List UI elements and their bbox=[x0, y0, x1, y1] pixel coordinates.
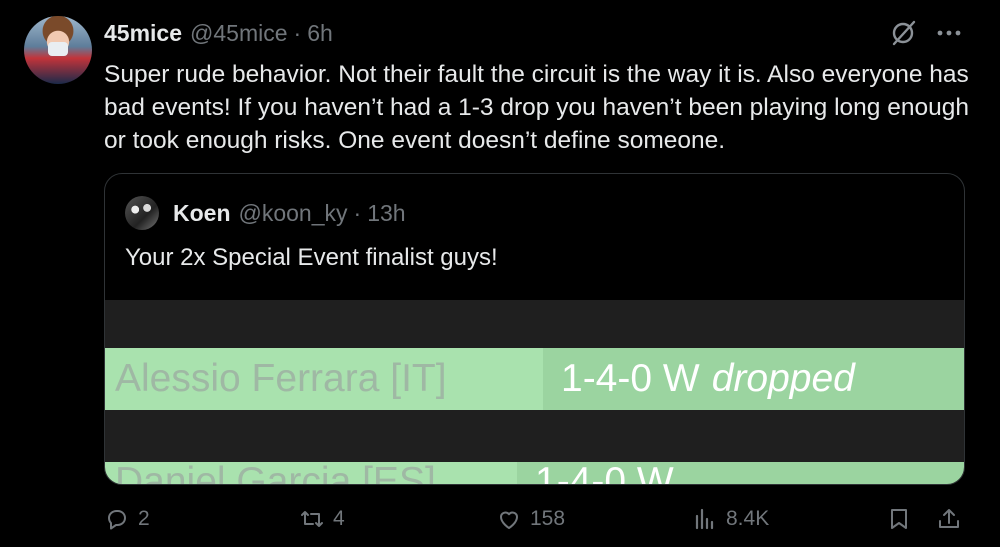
views-count: 8.4K bbox=[726, 507, 770, 530]
more-icon[interactable] bbox=[934, 20, 964, 46]
grok-icon[interactable] bbox=[888, 18, 918, 48]
player-record: 1-4-0 W bbox=[535, 462, 674, 485]
quoted-tweet[interactable]: Koen @koon_ky · 13h Your 2x Special Even… bbox=[104, 173, 965, 485]
quoted-handle: @koon_ky bbox=[238, 200, 348, 226]
repost-count: 4 bbox=[333, 507, 345, 530]
heart-icon bbox=[500, 511, 518, 529]
separator-dot: · bbox=[293, 19, 302, 46]
quoted-display-name: Koen bbox=[173, 200, 231, 226]
tweet-text: Super rude behavior. Not their fault the… bbox=[104, 61, 969, 154]
bookmark-button[interactable] bbox=[886, 506, 912, 532]
views-icon bbox=[695, 508, 714, 530]
repost-icon bbox=[301, 511, 323, 527]
tweet-header: 45mice @45mice · 6h bbox=[104, 18, 333, 48]
player-status: dropped bbox=[711, 357, 855, 400]
quoted-media-image[interactable]: Alessio Ferrara [IT] 1-4-0 W dropped Dan… bbox=[105, 300, 964, 485]
player-record: 1-4-0 W bbox=[561, 357, 700, 400]
share-icon bbox=[939, 509, 959, 528]
quoted-timestamp: 13h bbox=[367, 200, 406, 226]
reply-count: 2 bbox=[138, 507, 150, 530]
timestamp[interactable]: 6h bbox=[307, 20, 333, 47]
quoted-header: Koen @koon_ky · 13h bbox=[173, 200, 406, 227]
bookmark-icon bbox=[891, 509, 907, 529]
repost-button[interactable]: 4 bbox=[299, 506, 345, 532]
views-button[interactable]: 8.4K bbox=[692, 506, 769, 532]
reply-button[interactable]: 2 bbox=[104, 506, 150, 532]
player-result: 1-4-0 W dropped bbox=[543, 348, 964, 410]
quoted-text: Your 2x Special Event finalist guys! bbox=[125, 244, 498, 271]
like-button[interactable]: 158 bbox=[496, 506, 565, 532]
separator-dot: · bbox=[353, 200, 362, 226]
media-row: Alessio Ferrara [IT] 1-4-0 W dropped bbox=[105, 348, 964, 410]
display-name[interactable]: 45mice bbox=[104, 20, 182, 47]
like-count: 158 bbox=[530, 507, 566, 530]
media-row: Daniel Garcia [ES] 1-4-0 W bbox=[105, 462, 964, 485]
player-result: 1-4-0 W bbox=[517, 462, 964, 485]
user-handle[interactable]: @45mice bbox=[190, 20, 288, 47]
quoted-avatar[interactable] bbox=[125, 196, 159, 230]
avatar[interactable] bbox=[24, 16, 92, 84]
action-bar: 2 4 158 8.4K bbox=[104, 506, 974, 540]
reply-icon bbox=[108, 510, 126, 530]
share-button[interactable] bbox=[936, 506, 962, 532]
player-name: Alessio Ferrara [IT] bbox=[105, 348, 543, 410]
player-name: Daniel Garcia [ES] bbox=[105, 462, 517, 484]
tweet[interactable]: 45mice @45mice · 6h Super rude behavior.… bbox=[0, 0, 1000, 547]
